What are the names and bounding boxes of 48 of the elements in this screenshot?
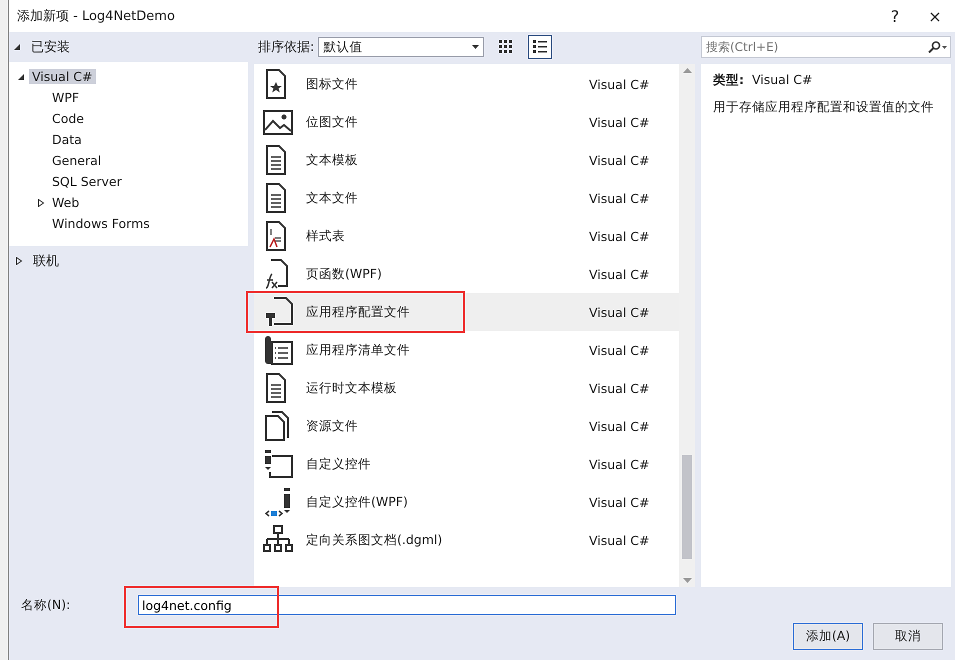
manifest-icon — [262, 334, 294, 366]
tree-item[interactable]: Data — [49, 132, 85, 147]
category-header[interactable]: 已安装 — [31, 38, 70, 56]
tree-item[interactable]: Windows Forms — [49, 216, 153, 231]
grid-icon — [499, 40, 514, 54]
tree-item[interactable]: Web — [49, 195, 82, 210]
type-label: 类型: — [713, 72, 744, 89]
template-item[interactable]: 运行时文本模板 Visual C# — [254, 369, 679, 407]
help-button[interactable]: ? — [875, 0, 915, 32]
control-icon — [262, 448, 294, 480]
expander-icon[interactable] — [13, 43, 21, 51]
template-item[interactable]: 自定义控件 Visual C# — [254, 445, 679, 483]
scroll-thumb[interactable] — [682, 455, 692, 559]
expander-icon[interactable] — [37, 198, 45, 206]
list-view-button[interactable] — [528, 35, 552, 59]
category-header[interactable]: 联机 — [33, 252, 59, 270]
tree-item[interactable]: Code — [49, 111, 88, 126]
sort-dropdown[interactable]: 默认值 — [318, 37, 484, 57]
tree-item[interactable]: Visual C# — [29, 69, 96, 84]
template-item[interactable]: 应用程序清单文件 Visual C# — [254, 331, 679, 369]
template-item[interactable]: 自定义控件(WPF) Visual C# — [254, 483, 679, 521]
expander-icon[interactable] — [17, 72, 25, 80]
template-item[interactable]: 图标文件 Visual C# — [254, 65, 679, 103]
scrollbar[interactable] — [679, 64, 695, 587]
expander-icon[interactable] — [15, 257, 23, 265]
tree-item[interactable]: SQL Server — [49, 174, 125, 189]
description-text: 用于存储应用程序配置和设置值的文件 — [713, 99, 935, 116]
close-button[interactable]: × — [915, 0, 955, 32]
caret-icon[interactable] — [472, 45, 480, 49]
name-field[interactable]: log4net.config — [138, 595, 676, 615]
template-item[interactable]: 位图文件 Visual C# — [254, 103, 679, 141]
template-item[interactable]: 页函数(WPF) Visual C# — [254, 255, 679, 293]
template-item[interactable]: 样式表 Visual C# — [254, 217, 679, 255]
type-value: Visual C# — [752, 72, 812, 89]
dialog-button[interactable]: 添加(A) — [793, 623, 863, 650]
dialog-button[interactable]: 取消 — [873, 623, 943, 650]
sort-label: 排序依据: — [258, 39, 314, 56]
template-item[interactable]: 定向关系图文档(.dgml) Visual C# — [254, 521, 679, 559]
search-icon[interactable] — [927, 41, 947, 53]
list-icon — [533, 40, 548, 54]
name-label: 名称(N): — [21, 596, 72, 614]
search-field[interactable]: 搜索(Ctrl+E) — [701, 36, 951, 58]
template-item[interactable]: 资源文件 Visual C# — [254, 407, 679, 445]
window-title: 添加新项 - Log4NetDemo — [17, 8, 176, 25]
template-item[interactable]: 文本文件 Visual C# — [254, 179, 679, 217]
tree-item[interactable]: WPF — [49, 90, 82, 105]
tree-item[interactable]: General — [49, 153, 104, 168]
template-item[interactable]: 文本模板 Visual C# — [254, 141, 679, 179]
